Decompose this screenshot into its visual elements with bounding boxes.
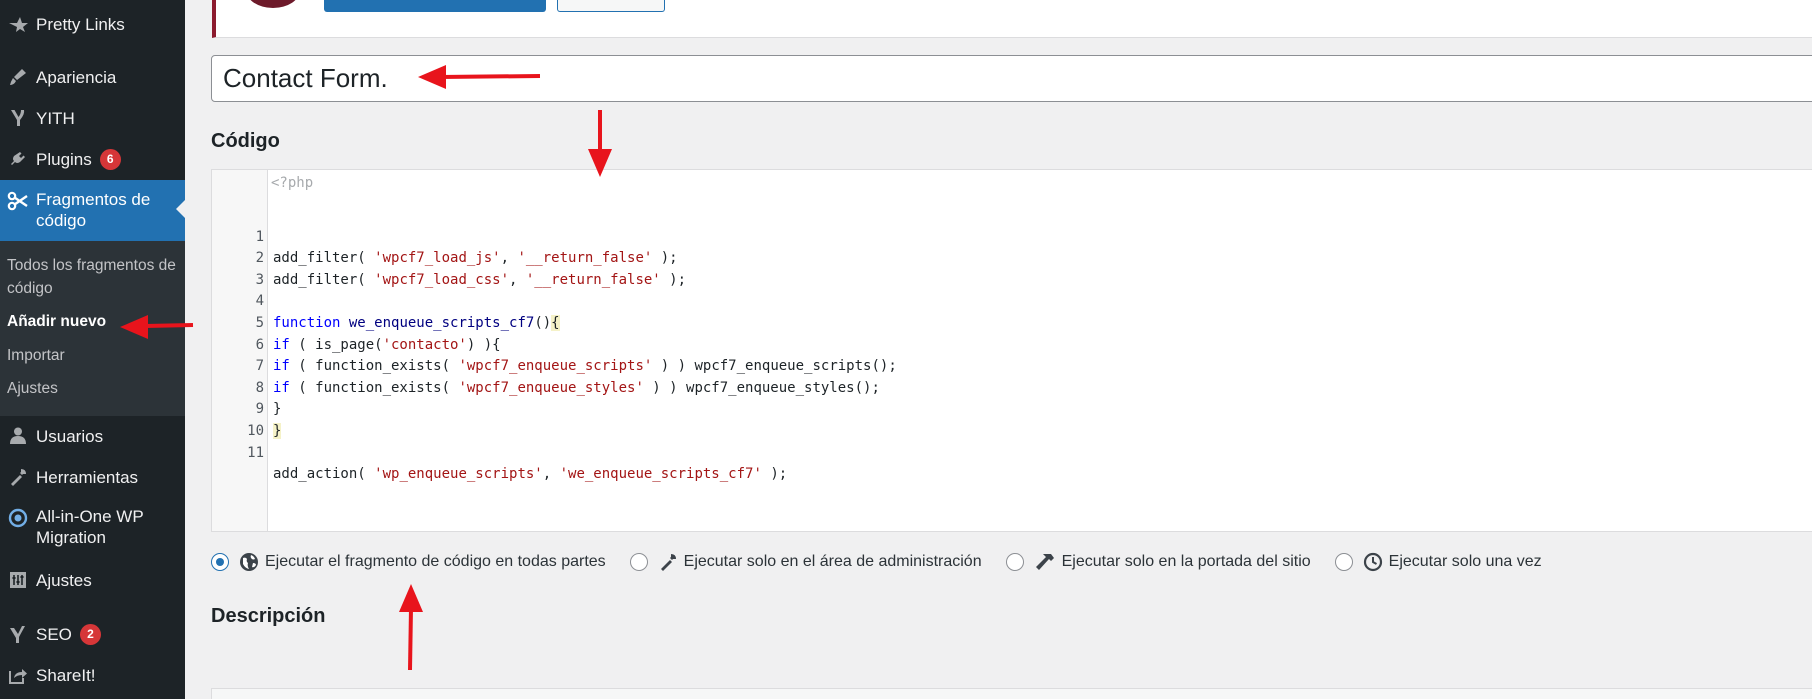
sidebar-item-fragmentos[interactable]: Fragmentos de código	[0, 180, 185, 241]
scope-radio-once[interactable]	[1334, 553, 1353, 571]
scope-radio-frontend[interactable]	[1005, 553, 1024, 571]
code-editor[interactable]: <?php 1 add_filter( 'wpcf7_load_js', '__…	[211, 169, 1812, 532]
submenu-todos[interactable]: Todos los fragmentos de código	[7, 254, 179, 300]
code-line: 8 }	[255, 379, 282, 418]
share-icon	[0, 666, 36, 684]
scope-label-admin: Ejecutar solo en el área de administraci…	[683, 553, 982, 570]
seo-notification-badge: 2	[79, 623, 101, 645]
code-line: 1 add_filter( 'wpcf7_load_js', '__return…	[255, 228, 678, 267]
wrench-icon	[0, 467, 36, 487]
clock-icon	[1363, 552, 1383, 572]
notice-primary-button[interactable]	[324, 0, 546, 12]
sidebar-item-apariencia[interactable]: Apariencia	[0, 65, 185, 89]
php-open-tag: <?php	[271, 175, 314, 191]
code-line: 6 if ( function_exists( 'wpcf7_enqueue_s…	[255, 336, 897, 375]
globe-icon	[239, 552, 259, 572]
scope-option-once[interactable]: Ejecutar solo una vez	[1334, 552, 1542, 572]
code-line: 11 add_action( 'wp_enqueue_scripts', 'we…	[247, 444, 788, 483]
scope-label-everywhere: Ejecutar el fragmento de código en todas…	[265, 553, 606, 570]
annotation-arrow-code	[588, 110, 612, 177]
sidebar-item-shareit[interactable]: ShareIt!	[0, 663, 185, 687]
update-count-badge: 6	[99, 148, 121, 170]
code-line: 3	[255, 271, 264, 288]
code-line: 9 }	[255, 401, 282, 439]
sidebar-submenu: Todos los fragmentos de código Añadir nu…	[0, 241, 185, 416]
hammer-icon	[1034, 552, 1056, 572]
scope-radio-everywhere[interactable]	[211, 553, 229, 571]
description-editor[interactable]	[211, 688, 1812, 699]
scope-radio-admin[interactable]	[629, 553, 648, 571]
settings-icon	[0, 571, 36, 589]
plug-icon	[0, 149, 36, 169]
code-line: 4 function we_enqueue_scripts_cf7(){	[255, 293, 560, 331]
active-indicator	[176, 200, 185, 218]
sidebar-item-all-in-one[interactable]: All-in-One WP Migration	[0, 506, 185, 548]
yith-icon	[0, 108, 36, 128]
star-icon	[0, 15, 36, 33]
code-line: 2 add_filter( 'wpcf7_load_css', '__retur…	[255, 250, 687, 288]
paintbrush-icon	[0, 67, 36, 87]
submenu-ajustes[interactable]: Ajustes	[7, 377, 179, 400]
sidebar-item-ajustes[interactable]: Ajustes	[0, 568, 185, 592]
migration-icon	[0, 506, 36, 528]
admin-sidebar: Pretty Links Apariencia YITH Plugins 6 F…	[0, 0, 185, 699]
sidebar-item-usuarios[interactable]: Usuarios	[0, 424, 185, 448]
sidebar-item-plugins[interactable]: Plugins 6	[0, 147, 185, 171]
sidebar-item-yith[interactable]: YITH	[0, 106, 185, 130]
submenu-importar[interactable]: Importar	[7, 344, 179, 367]
scope-label-frontend: Ejecutar solo en la portada del sitio	[1061, 553, 1311, 570]
snippet-title-input[interactable]	[211, 55, 1812, 102]
code-line: 5 if ( is_page('contacto') ){	[255, 314, 501, 353]
code-heading: Código	[211, 130, 280, 152]
yoast-icon	[0, 624, 36, 644]
description-heading: Descripción	[211, 605, 326, 627]
scope-option-admin[interactable]: Ejecutar solo en el área de administraci…	[629, 552, 982, 572]
submenu-anadir-nuevo[interactable]: Añadir nuevo	[7, 310, 179, 333]
code-line: 10	[247, 422, 264, 439]
notice-secondary-button[interactable]	[557, 0, 665, 12]
scissors-icon	[0, 189, 36, 211]
code-line: 7 if ( function_exists( 'wpcf7_enqueue_s…	[255, 358, 880, 396]
sidebar-item-pretty-links[interactable]: Pretty Links	[0, 12, 185, 36]
user-icon	[0, 426, 36, 446]
scope-option-everywhere[interactable]: Ejecutar el fragmento de código en todas…	[211, 552, 606, 572]
sidebar-item-seo[interactable]: SEO 2	[0, 622, 185, 646]
sidebar-item-herramientas[interactable]: Herramientas	[0, 465, 185, 489]
scope-label-once: Ejecutar solo una vez	[1388, 553, 1542, 570]
wrench-icon	[658, 552, 678, 572]
annotation-arrow-scope	[399, 584, 423, 671]
scope-options: Ejecutar el fragmento de código en todas…	[211, 550, 1542, 574]
scope-option-frontend[interactable]: Ejecutar solo en la portada del sitio	[1005, 552, 1311, 572]
